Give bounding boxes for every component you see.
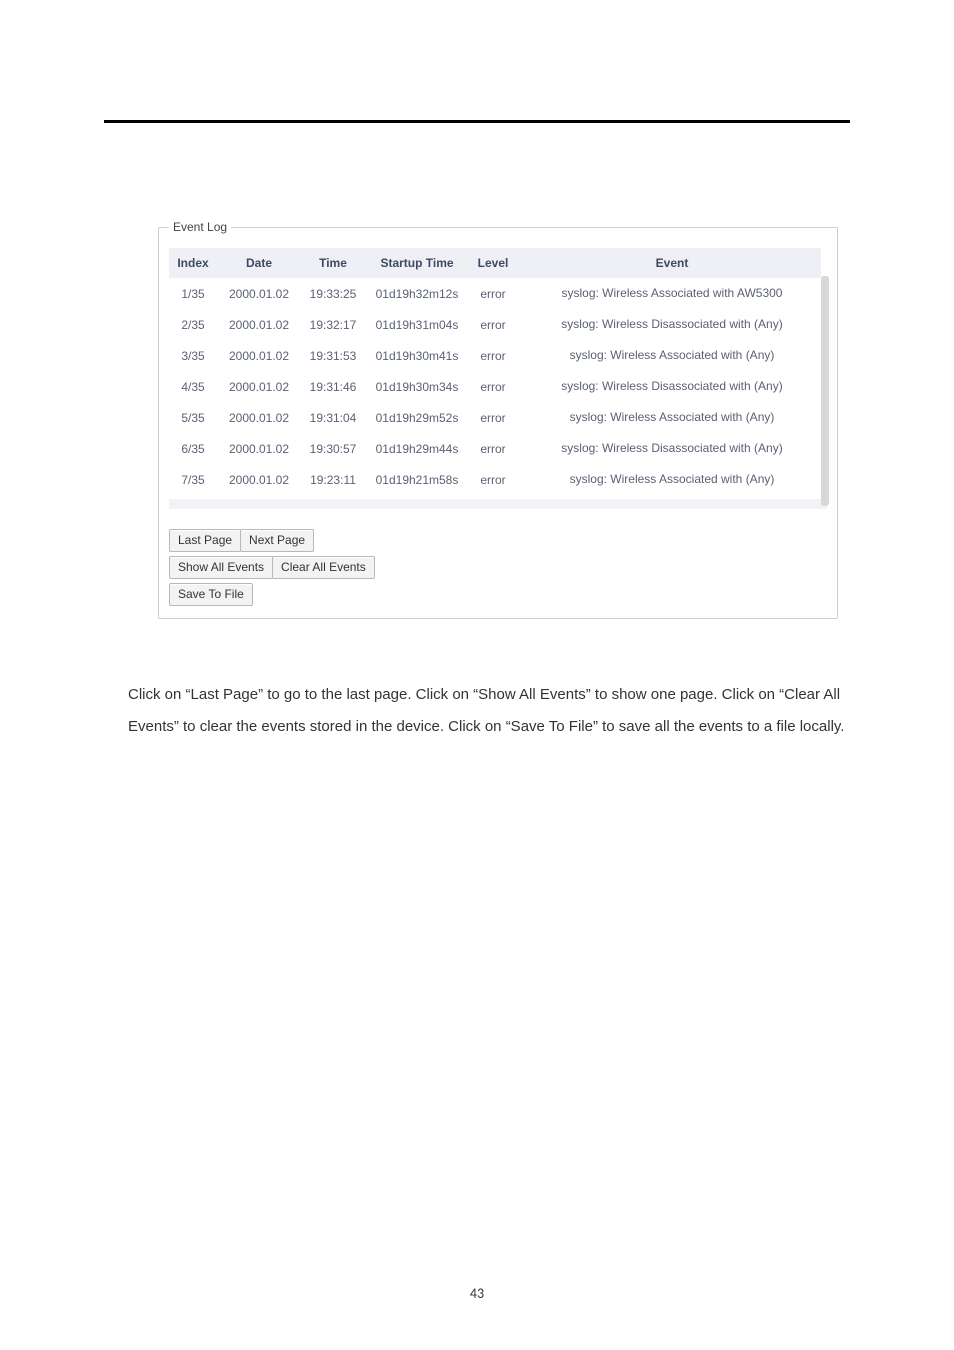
clear-all-events-button[interactable]: Clear All Events — [272, 556, 375, 579]
cell-date: 2000.01.02 — [217, 278, 301, 309]
table-row: 1/35 2000.01.02 19:33:25 01d19h32m12s er… — [169, 278, 827, 309]
event-log-fieldset: Event Log Index Date Time Startup Time L… — [158, 220, 838, 619]
col-header-index[interactable]: Index — [169, 248, 217, 278]
cell-time: 19:31:04 — [301, 402, 365, 433]
cell-level: error — [469, 278, 517, 309]
cell-level: error — [469, 464, 517, 495]
event-log-header-row: Index Date Time Startup Time Level Event — [169, 248, 827, 278]
cell-startup: 01d19h21m58s — [365, 464, 469, 495]
cell-time: 19:33:25 — [301, 278, 365, 309]
cell-time: 19:31:53 — [301, 340, 365, 371]
table-row: 3/35 2000.01.02 19:31:53 01d19h30m41s er… — [169, 340, 827, 371]
cell-date: 2000.01.02 — [217, 433, 301, 464]
cell-level: error — [469, 309, 517, 340]
cell-date: 2000.01.02 — [217, 340, 301, 371]
cell-date: 2000.01.02 — [217, 309, 301, 340]
cell-level: error — [469, 371, 517, 402]
show-all-events-button[interactable]: Show All Events — [169, 556, 273, 579]
cell-startup: 01d19h30m34s — [365, 371, 469, 402]
page-top-rule — [104, 120, 850, 123]
page-number: 43 — [0, 1285, 954, 1302]
cell-index: 1/35 — [169, 278, 217, 309]
table-row: 6/35 2000.01.02 19:30:57 01d19h29m44s er… — [169, 433, 827, 464]
cell-index: 3/35 — [169, 340, 217, 371]
cell-date: 2000.01.02 — [217, 371, 301, 402]
event-log-footer-stripe — [169, 499, 827, 509]
cell-time: 19:31:46 — [301, 371, 365, 402]
event-log-table: Index Date Time Startup Time Level Event… — [169, 248, 827, 495]
cell-event: syslog: Wireless Disassociated with (Any… — [517, 371, 827, 402]
cell-level: error — [469, 433, 517, 464]
instruction-paragraph: Click on “Last Page” to go to the last p… — [128, 679, 850, 744]
cell-index: 2/35 — [169, 309, 217, 340]
cell-startup: 01d19h31m04s — [365, 309, 469, 340]
table-row: 7/35 2000.01.02 19:23:11 01d19h21m58s er… — [169, 464, 827, 495]
cell-event: syslog: Wireless Disassociated with (Any… — [517, 309, 827, 340]
cell-index: 6/35 — [169, 433, 217, 464]
save-to-file-button[interactable]: Save To File — [169, 583, 253, 606]
cell-level: error — [469, 402, 517, 433]
col-header-startup[interactable]: Startup Time — [365, 248, 469, 278]
col-header-time[interactable]: Time — [301, 248, 365, 278]
col-header-level[interactable]: Level — [469, 248, 517, 278]
col-header-date[interactable]: Date — [217, 248, 301, 278]
cell-date: 2000.01.02 — [217, 402, 301, 433]
event-log-scrollbar[interactable] — [821, 248, 829, 495]
cell-startup: 01d19h30m41s — [365, 340, 469, 371]
cell-startup: 01d19h29m44s — [365, 433, 469, 464]
cell-index: 7/35 — [169, 464, 217, 495]
next-page-button[interactable]: Next Page — [240, 529, 314, 552]
cell-time: 19:32:17 — [301, 309, 365, 340]
table-row: 5/35 2000.01.02 19:31:04 01d19h29m52s er… — [169, 402, 827, 433]
cell-date: 2000.01.02 — [217, 464, 301, 495]
cell-index: 5/35 — [169, 402, 217, 433]
cell-event: syslog: Wireless Associated with (Any) — [517, 402, 827, 433]
cell-time: 19:30:57 — [301, 433, 365, 464]
event-log-legend: Event Log — [169, 220, 231, 234]
last-page-button[interactable]: Last Page — [169, 529, 241, 552]
cell-event: syslog: Wireless Disassociated with (Any… — [517, 433, 827, 464]
event-log-table-wrap: Index Date Time Startup Time Level Event… — [169, 248, 827, 495]
scrollbar-thumb[interactable] — [821, 276, 829, 506]
cell-startup: 01d19h29m52s — [365, 402, 469, 433]
cell-event: syslog: Wireless Associated with (Any) — [517, 340, 827, 371]
table-row: 4/35 2000.01.02 19:31:46 01d19h30m34s er… — [169, 371, 827, 402]
table-row: 2/35 2000.01.02 19:32:17 01d19h31m04s er… — [169, 309, 827, 340]
cell-event: syslog: Wireless Associated with AW5300 — [517, 278, 827, 309]
cell-startup: 01d19h32m12s — [365, 278, 469, 309]
cell-time: 19:23:11 — [301, 464, 365, 495]
cell-event: syslog: Wireless Associated with (Any) — [517, 464, 827, 495]
event-log-screenshot: Event Log Index Date Time Startup Time L… — [158, 220, 838, 619]
col-header-event[interactable]: Event — [517, 248, 827, 278]
cell-index: 4/35 — [169, 371, 217, 402]
cell-level: error — [469, 340, 517, 371]
